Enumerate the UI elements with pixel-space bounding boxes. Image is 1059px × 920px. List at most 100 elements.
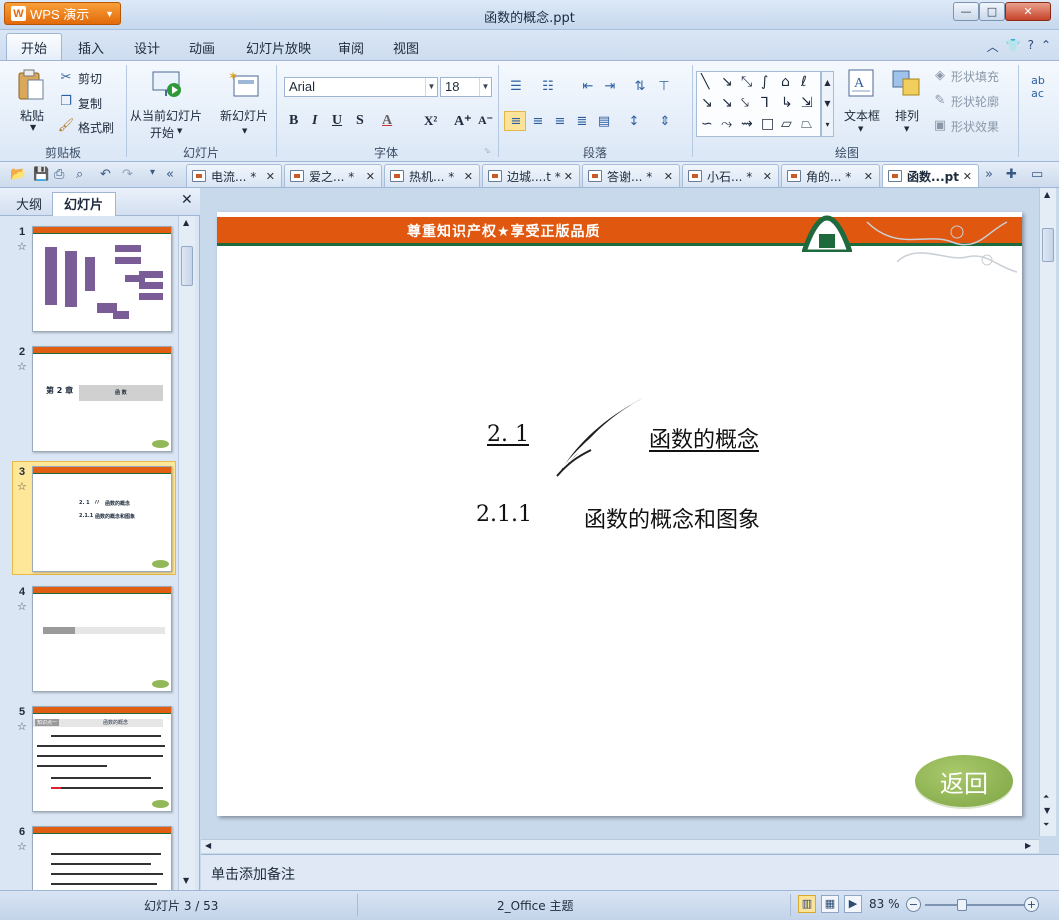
scroll-right-icon[interactable]: ▶ <box>1025 841 1031 850</box>
dialog-launcher-icon[interactable]: ⬂ <box>484 146 491 155</box>
line-spacing-icon[interactable]: ↕ <box>624 112 644 130</box>
zoom-in-icon[interactable]: + <box>1024 897 1039 912</box>
document-tab[interactable]: 答谢... * ✕ <box>582 164 680 187</box>
chevron-down-icon[interactable]: ▼ <box>858 125 863 133</box>
grow-font-button[interactable]: A⁺ <box>454 113 472 130</box>
cut-button[interactable]: 剪切 <box>78 70 102 87</box>
zoom-slider-track[interactable] <box>925 904 1025 906</box>
arrow-shape-icon[interactable]: ↘ <box>721 95 733 111</box>
rectangle-shape-icon[interactable]: □ <box>761 116 774 132</box>
align-right-icon[interactable]: ≡ <box>550 112 570 130</box>
play-from-current-icon[interactable] <box>150 67 184 101</box>
double-arrow-shape-icon[interactable]: ⤡ <box>741 74 752 90</box>
curved-connector-icon[interactable]: ∽ <box>701 116 713 132</box>
shirt-skin-icon[interactable]: 👕 <box>1006 38 1021 55</box>
numbered-list-icon[interactable]: ☷ <box>538 77 558 95</box>
panel-scrollbar[interactable]: ▲ ▼ <box>178 216 195 890</box>
scrollbar-thumb[interactable] <box>181 246 193 286</box>
trapezoid-shape-icon[interactable]: ⏢ <box>801 116 812 132</box>
tab-design[interactable]: 设计 <box>134 38 160 57</box>
tab-list-icon[interactable]: ▭ <box>1031 167 1043 182</box>
document-tab[interactable]: 函数...pt ✕ <box>882 164 979 187</box>
underline-button[interactable]: U <box>332 113 342 129</box>
line-shape-icon[interactable]: ╲ <box>701 74 709 90</box>
wordart-icon[interactable]: ab ac <box>1026 67 1050 107</box>
next-slide-icon[interactable]: ⏷ <box>1043 820 1049 830</box>
close-tab-icon[interactable]: ✕ <box>266 170 275 183</box>
tab-outline[interactable]: 大纲 <box>16 194 42 213</box>
freeform-shape-icon[interactable]: ⌂ <box>781 74 790 90</box>
scroll-tabs-right-icon[interactable]: » <box>985 167 993 182</box>
from-current-slide-button-line2[interactable]: 开始 <box>150 124 174 141</box>
slide-thumbnail-6[interactable] <box>32 826 172 890</box>
shrink-font-button[interactable]: A⁻ <box>478 113 493 128</box>
document-tab[interactable]: 爱之... * ✕ <box>284 164 382 187</box>
close-icon[interactable]: ✕ <box>181 192 193 208</box>
minimize-button[interactable]: — <box>953 2 979 21</box>
scroll-up-icon[interactable]: ▲ <box>183 218 189 227</box>
slide-thumbnail-5[interactable]: 知识点一 函数的概念 <box>32 706 172 812</box>
tab-home[interactable]: 开始 <box>21 38 47 57</box>
maximize-button[interactable]: □ <box>979 2 1005 21</box>
new-slide-button[interactable]: 新幻灯片 <box>220 107 268 124</box>
align-center-icon[interactable]: ≡ <box>528 112 548 130</box>
shape-fill-button[interactable]: 形状填充 <box>951 68 999 85</box>
tab-insert[interactable]: 插入 <box>78 38 104 57</box>
shape-effect-button[interactable]: 形状效果 <box>951 118 999 135</box>
elbow-connector-icon[interactable]: ⅂ <box>761 95 769 111</box>
arrow-shape-icon[interactable]: ↘ <box>701 95 713 111</box>
scroll-down-icon[interactable]: ▼ <box>1044 806 1050 815</box>
document-tab[interactable]: 边城....t * ✕ <box>482 164 580 187</box>
normal-view-icon[interactable]: ▥ <box>798 895 816 913</box>
slide-thumbnail-1[interactable] <box>32 226 172 332</box>
scroll-left-icon[interactable]: ◀ <box>205 841 211 850</box>
zoom-out-icon[interactable]: − <box>906 897 921 912</box>
arrow-shape-icon[interactable]: ↘ <box>721 74 733 90</box>
slide-thumbnail-4[interactable] <box>32 586 172 692</box>
redo-icon[interactable]: ↷ <box>122 167 133 182</box>
font-size-select[interactable]: 18 ▼ <box>440 77 492 97</box>
shape-gallery-scroll[interactable]: ▲ ▼ ▾ <box>821 71 834 137</box>
elbow-arrow-icon[interactable]: ↳ <box>781 95 793 111</box>
current-slide[interactable]: 尊重知识产权★享受正版品质 2. 1 函数的概念 2.1.1 函数的概念和图象 … <box>217 212 1022 816</box>
open-folder-icon[interactable]: 📂 <box>10 167 26 182</box>
print-preview-icon[interactable]: ⌕ <box>76 167 83 182</box>
close-tab-icon[interactable]: ✕ <box>864 170 873 183</box>
format-painter-button[interactable]: 格式刷 <box>78 119 114 136</box>
tab-view[interactable]: 视图 <box>393 38 419 57</box>
parallelogram-shape-icon[interactable]: ▱ <box>781 116 792 132</box>
align-text-icon[interactable]: ⊤ <box>652 77 676 95</box>
tab-slideshow[interactable]: 幻灯片放映 <box>246 38 311 57</box>
close-tab-icon[interactable]: ✕ <box>763 170 772 183</box>
paragraph-spacing-icon[interactable]: ⇕ <box>654 112 676 130</box>
undo-icon[interactable]: ↶ <box>100 167 111 182</box>
font-name-select[interactable]: Arial ▼ <box>284 77 438 97</box>
document-tab[interactable]: 热机... * ✕ <box>384 164 480 187</box>
slide-sorter-icon[interactable]: ▦ <box>821 895 839 913</box>
curved-arrow-icon[interactable]: ⤳ <box>721 116 732 132</box>
close-tab-icon[interactable]: ✕ <box>366 170 375 183</box>
tab-animation[interactable]: 动画 <box>189 38 215 57</box>
chevron-down-icon[interactable]: ▼ <box>904 125 909 133</box>
shape-gallery[interactable]: ╲ ↘ ⤡ ∫ ⌂ ℓ ↘ ↘ ⤥ ⅂ ↳ ⇲ ∽ ⤳ ⇝ □ ▱ ⏢ <box>696 71 821 137</box>
text-direction-icon[interactable]: ⇅ <box>630 77 650 95</box>
document-tab[interactable]: 角的... * ✕ <box>781 164 880 187</box>
increase-indent-icon[interactable]: ⇥ <box>600 77 620 95</box>
print-icon[interactable]: ⎙ <box>54 167 64 182</box>
tab-slides[interactable]: 幻灯片 <box>64 194 103 213</box>
new-slide-icon[interactable]: ✶ <box>227 69 261 101</box>
justify-icon[interactable]: ≣ <box>572 112 592 130</box>
curved-double-arrow-icon[interactable]: ⇝ <box>741 116 753 132</box>
document-tab[interactable]: 小石... * ✕ <box>682 164 779 187</box>
chevron-down-icon[interactable]: ▼ <box>242 127 247 135</box>
editor-horizontal-scrollbar[interactable]: ◀ ▶ <box>201 839 1039 853</box>
notes-pane[interactable]: 单击添加备注 <box>201 854 1059 890</box>
new-tab-icon[interactable]: ✚ <box>1006 167 1017 182</box>
scroll-up-icon[interactable]: ▲ <box>1044 190 1050 199</box>
close-tab-icon[interactable]: ✕ <box>664 170 673 183</box>
textbox-icon[interactable]: A <box>846 67 876 99</box>
italic-button[interactable]: I <box>312 113 317 129</box>
arrange-icon[interactable] <box>890 67 922 99</box>
bold-button[interactable]: B <box>289 113 298 129</box>
scribble-shape-icon[interactable]: ℓ <box>801 74 807 90</box>
